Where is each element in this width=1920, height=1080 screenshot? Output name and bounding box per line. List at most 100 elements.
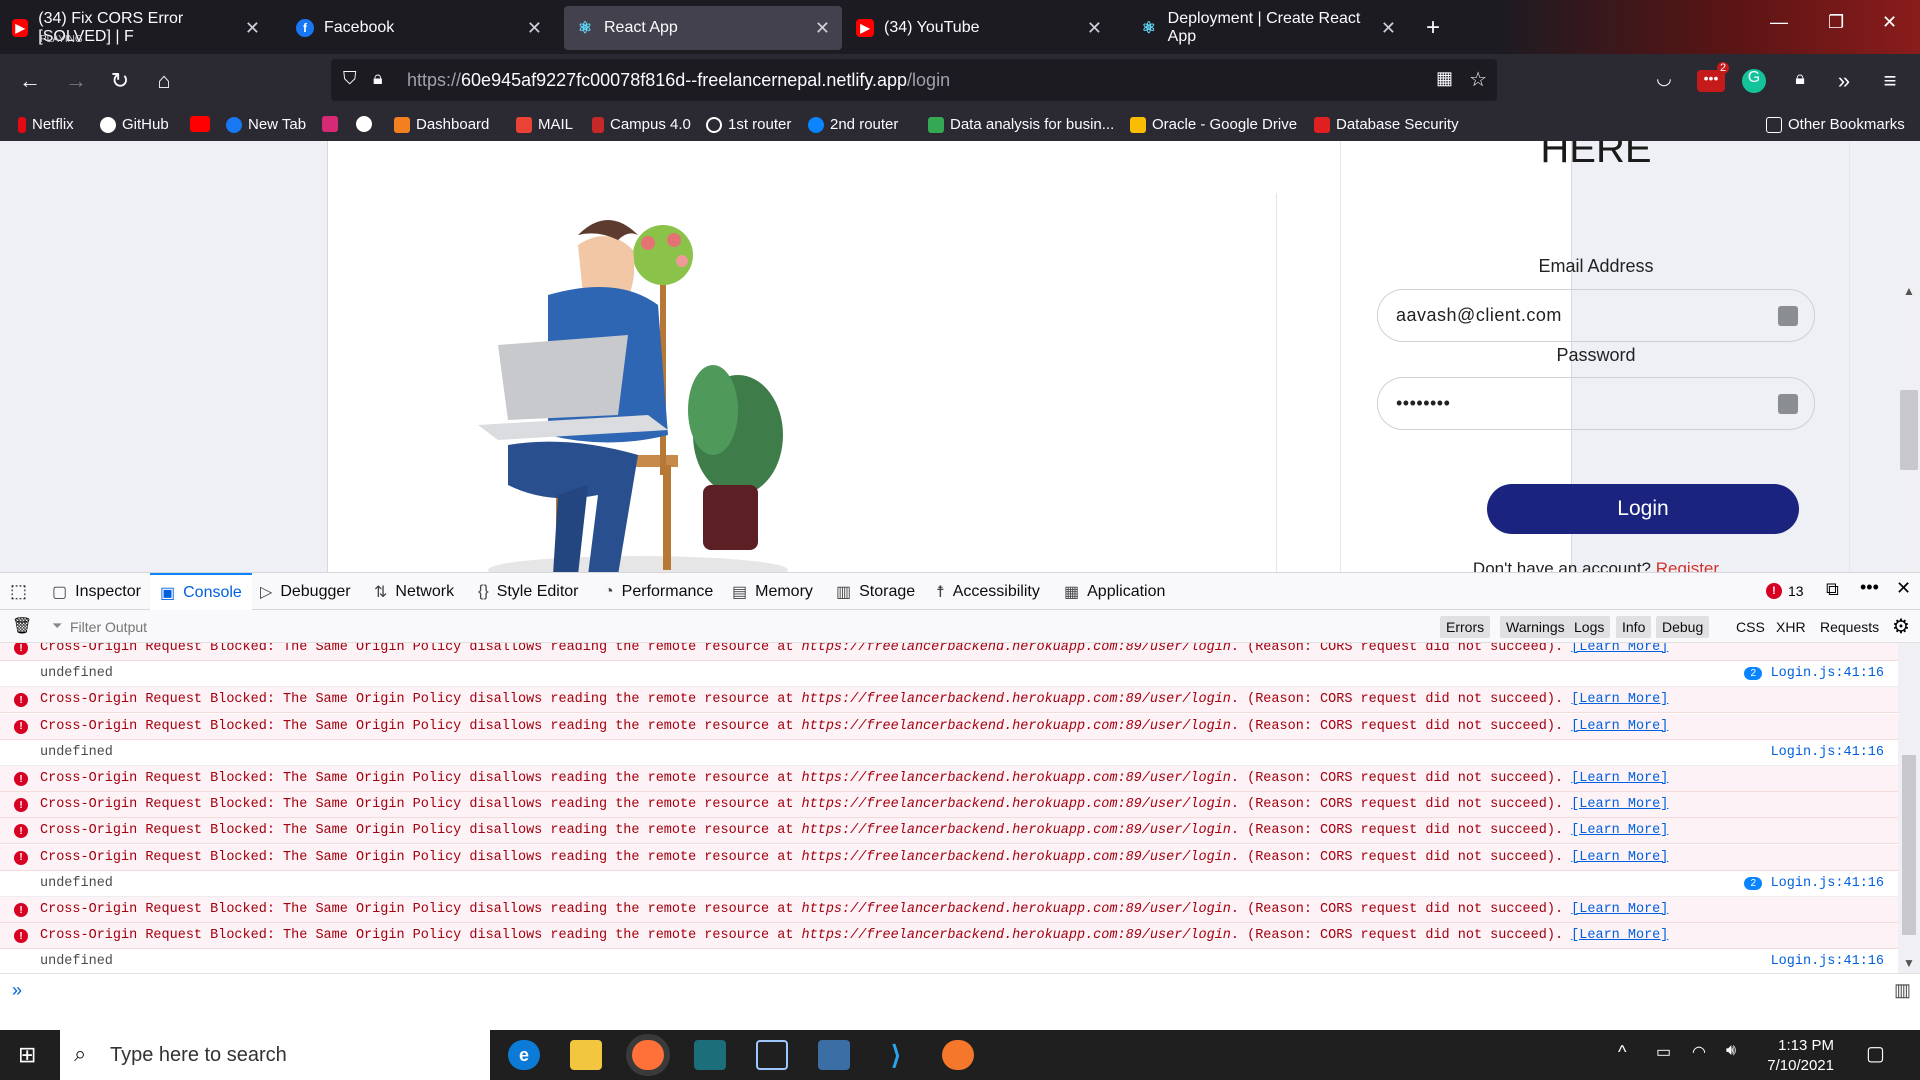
bookmark-youtube[interactable] xyxy=(190,116,216,132)
lock-icon[interactable]: 🔒︎ xyxy=(373,68,383,89)
menu-icon[interactable]: ≡ xyxy=(1876,68,1904,94)
more-tools-icon[interactable]: » xyxy=(1830,68,1858,94)
filter-logs[interactable]: Logs xyxy=(1568,616,1611,638)
taskbar-search[interactable]: ⌕ Type here to search xyxy=(60,1030,490,1080)
back-icon[interactable]: ← xyxy=(16,68,44,94)
email-field[interactable]: aavash@client.com xyxy=(1377,289,1815,342)
autofill-icon[interactable] xyxy=(1778,394,1798,414)
bookmark-instagram[interactable] xyxy=(322,116,344,132)
tab-cors-video[interactable]: ▶ (34) Fix CORS Error [SOLVED] | F PLAYI… xyxy=(0,6,272,50)
console-scrollbar-thumb[interactable] xyxy=(1902,755,1916,935)
virtualbox-icon[interactable] xyxy=(756,1040,788,1070)
tab-storage[interactable]: ▥ Storage xyxy=(826,573,925,610)
bookmark-database-security[interactable]: Database Security xyxy=(1314,116,1459,133)
tab-network[interactable]: ⇅ Network xyxy=(364,573,464,610)
url-text[interactable]: https://60e945af9227fc00078f816d--freela… xyxy=(407,70,950,91)
bookmark-netflix[interactable]: Netflix xyxy=(18,116,74,133)
filter-xhr[interactable]: XHR xyxy=(1770,616,1812,638)
qr-code-icon[interactable]: ▦ xyxy=(1436,68,1453,89)
bookmark-github[interactable]: GitHub xyxy=(100,116,169,133)
bookmark-1st-router[interactable]: 1st router xyxy=(706,116,791,133)
minimize-icon[interactable]: — xyxy=(1770,12,1788,33)
notifications-icon[interactable]: ▢ xyxy=(1866,1041,1885,1066)
volume-icon[interactable]: 🔊︎ xyxy=(1726,1042,1736,1060)
scrollbar-thumb[interactable] xyxy=(1900,390,1918,470)
taskbar-clock[interactable]: 1:13 PM 7/10/2021 xyxy=(1767,1036,1834,1076)
bookmark-data-analysis[interactable]: Data analysis for busin... xyxy=(928,116,1114,133)
error-count[interactable]: 13 xyxy=(1788,583,1804,599)
new-tab-button[interactable]: + xyxy=(1414,6,1454,50)
address-bar[interactable]: ⛉ 🔒︎ https://60e945af9227fc00078f816d--f… xyxy=(331,59,1497,101)
windows-start-icon[interactable]: ⊞ xyxy=(18,1042,36,1068)
tab-memory[interactable]: ▤ Memory xyxy=(722,573,823,610)
bookmark-new-tab[interactable]: New Tab xyxy=(226,116,306,133)
source-link[interactable]: Login.js:41:16 xyxy=(1771,876,1884,891)
tab-react-app[interactable]: ⚛ React App ✕ xyxy=(564,6,842,50)
learn-more-link[interactable]: [Learn More] xyxy=(1571,771,1668,786)
console-input[interactable]: » ▥ xyxy=(0,973,1920,1030)
scroll-up-icon[interactable]: ▲ xyxy=(1903,284,1915,298)
edge-icon[interactable]: e xyxy=(508,1040,540,1070)
reload-icon[interactable]: ↻ xyxy=(106,68,134,94)
source-link[interactable]: Login.js:41:16 xyxy=(1771,666,1884,681)
other-bookmarks[interactable]: Other Bookmarks xyxy=(1766,116,1905,133)
editor-mode-icon[interactable]: ▥ xyxy=(1894,980,1911,1001)
bookmark-mail[interactable]: MAIL xyxy=(516,116,573,133)
learn-more-link[interactable]: [Learn More] xyxy=(1571,719,1668,734)
pocket-icon[interactable]: ◡ xyxy=(1650,68,1678,89)
learn-more-link[interactable]: [Learn More] xyxy=(1571,902,1668,917)
learn-more-link[interactable]: [Learn More] xyxy=(1571,928,1668,943)
tab-application[interactable]: ▦ Application xyxy=(1054,573,1175,610)
learn-more-link[interactable]: [Learn More] xyxy=(1571,643,1668,655)
network-tool-icon[interactable] xyxy=(818,1040,850,1070)
grammarly-icon[interactable]: G xyxy=(1742,69,1766,93)
close-icon[interactable]: ✕ xyxy=(1381,18,1396,39)
source-link[interactable]: Login.js:41:16 xyxy=(1771,954,1884,969)
shield-icon[interactable]: ⛉ xyxy=(343,68,357,89)
close-icon[interactable]: ✕ xyxy=(815,18,830,39)
filter-info[interactable]: Info xyxy=(1616,616,1652,638)
tab-accessibility[interactable]: ☨ Accessibility xyxy=(926,573,1050,610)
settings-gear-icon[interactable]: ⚙ xyxy=(1892,614,1910,639)
learn-more-link[interactable]: [Learn More] xyxy=(1571,797,1668,812)
bookmark-google[interactable] xyxy=(356,116,378,132)
firefox-icon[interactable] xyxy=(632,1040,664,1070)
password-field[interactable]: •••••••• xyxy=(1377,377,1815,430)
close-devtools-icon[interactable]: ✕ xyxy=(1896,578,1911,599)
login-button[interactable]: Login xyxy=(1487,484,1799,534)
register-link[interactable]: Register xyxy=(1656,559,1719,572)
learn-more-link[interactable]: [Learn More] xyxy=(1571,850,1668,865)
close-window-icon[interactable]: ✕ xyxy=(1882,12,1897,33)
restore-icon[interactable]: ❐ xyxy=(1828,12,1844,33)
wifi-icon[interactable]: ◠ xyxy=(1692,1042,1706,1062)
learn-more-link[interactable]: [Learn More] xyxy=(1571,692,1668,707)
file-explorer-icon[interactable] xyxy=(570,1040,602,1070)
learn-more-link[interactable]: [Learn More] xyxy=(1571,823,1668,838)
password-manager-icon[interactable]: 🔒︎ xyxy=(1786,68,1814,89)
filter-warnings[interactable]: Warnings xyxy=(1500,616,1571,638)
tray-chevron-icon[interactable]: ^ xyxy=(1618,1042,1626,1063)
tab-debugger[interactable]: ▷ Debugger xyxy=(250,573,361,610)
bookmark-campus[interactable]: Campus 4.0 xyxy=(592,116,691,133)
tab-style-editor[interactable]: {} Style Editor xyxy=(468,573,589,610)
battery-icon[interactable]: ▭ xyxy=(1656,1042,1671,1062)
element-picker-icon[interactable]: ⬚ xyxy=(10,581,27,602)
filter-css[interactable]: CSS xyxy=(1730,616,1771,638)
bookmark-star-icon[interactable]: ☆ xyxy=(1469,67,1487,92)
bookmark-2nd-router[interactable]: 2nd router xyxy=(808,116,898,133)
scroll-down-icon[interactable]: ▼ xyxy=(1903,956,1915,970)
tab-performance[interactable]: ◔ Performance xyxy=(594,573,723,610)
more-options-icon[interactable]: ••• xyxy=(1860,577,1879,598)
page-scrollbar[interactable]: ▲ ▼ xyxy=(1898,282,1920,572)
tab-deployment[interactable]: ⚛ Deployment | Create React App ✕ xyxy=(1128,6,1400,50)
trash-icon[interactable]: 🗑︎ xyxy=(12,616,32,636)
tab-facebook[interactable]: f Facebook ✕ xyxy=(284,6,554,50)
close-icon[interactable]: ✕ xyxy=(1087,18,1102,39)
filter-debug[interactable]: Debug xyxy=(1656,616,1710,638)
source-link[interactable]: Login.js:41:16 xyxy=(1771,745,1884,760)
postman-icon[interactable] xyxy=(942,1040,974,1070)
app-icon[interactable] xyxy=(694,1040,726,1070)
console-scrollbar[interactable]: ▼ xyxy=(1898,643,1920,973)
close-icon[interactable]: ✕ xyxy=(527,18,542,39)
bookmark-dashboard[interactable]: Dashboard xyxy=(394,116,489,133)
